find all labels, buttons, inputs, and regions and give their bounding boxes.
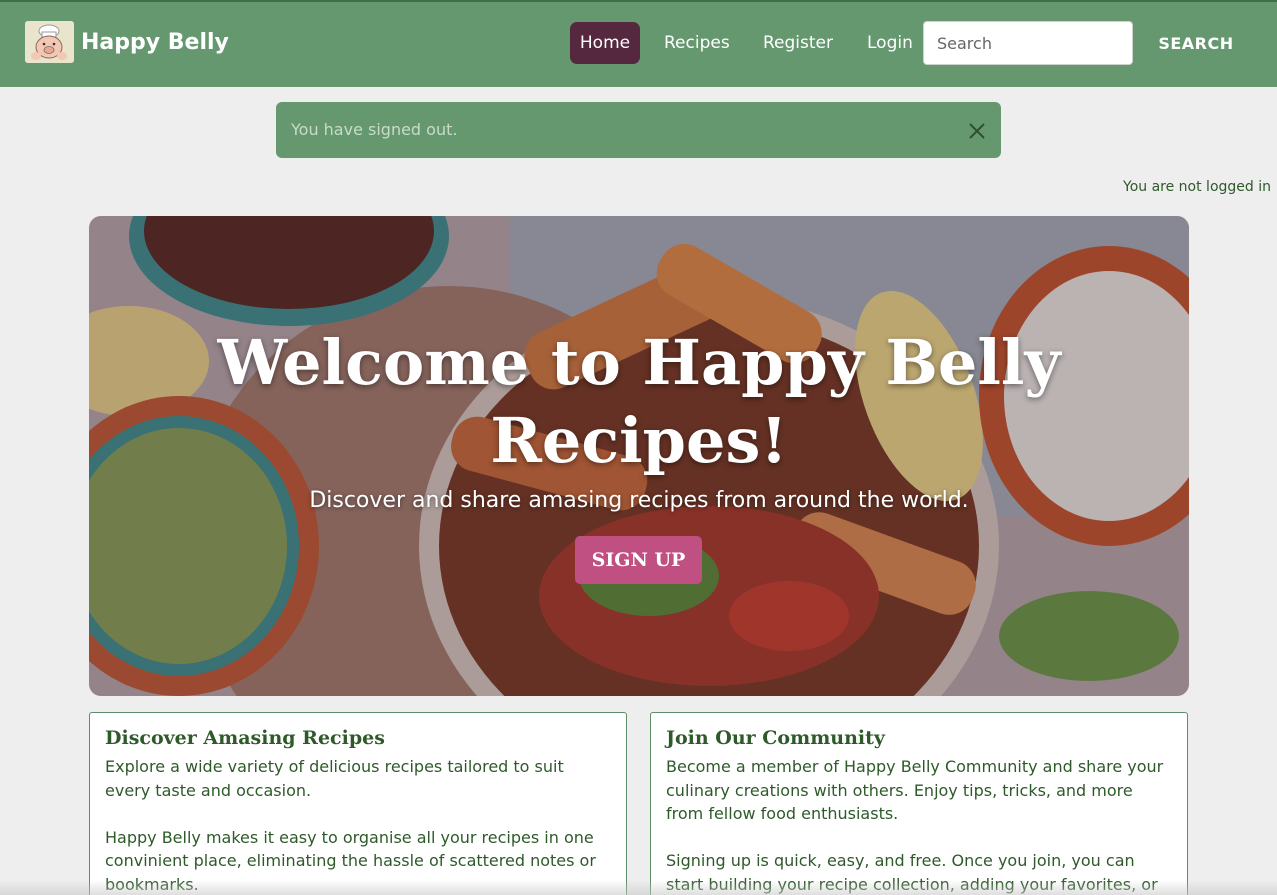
alert-message: You have signed out. — [291, 120, 458, 139]
hero-subtitle: Discover and share amasing recipes from … — [309, 488, 969, 513]
page-bottom-shadow — [0, 880, 1277, 895]
brand[interactable]: Happy Belly — [25, 21, 229, 63]
sign-up-button[interactable]: SIGN UP — [575, 536, 702, 584]
nav-login[interactable]: Login — [867, 22, 913, 64]
card-paragraph: Become a member of Happy Belly Community… — [666, 757, 1164, 823]
community-card: Join Our Community Become a member of Ha… — [650, 712, 1188, 895]
hero-banner: Welcome to Happy Belly Recipes! Discover… — [89, 216, 1189, 696]
card-title: Discover Amasing Recipes — [105, 727, 385, 749]
discover-card: Discover Amasing Recipes Explore a wide … — [89, 712, 627, 895]
nav-recipes[interactable]: Recipes — [664, 22, 730, 64]
signout-alert: You have signed out. — [276, 102, 1001, 158]
nav-register[interactable]: Register — [763, 22, 833, 64]
close-icon[interactable] — [967, 121, 987, 141]
card-paragraph: Explore a wide variety of delicious reci… — [105, 757, 564, 800]
search-button[interactable]: SEARCH — [1150, 22, 1242, 64]
login-status: You are not logged in — [1123, 179, 1271, 195]
chef-pig-logo-icon — [25, 21, 74, 63]
search-input[interactable] — [923, 21, 1133, 65]
hero-title: Welcome to Happy Belly Recipes! — [217, 326, 1061, 477]
brand-name: Happy Belly — [81, 29, 229, 55]
navbar: Happy Belly Home Recipes Register Login … — [0, 0, 1277, 87]
card-title: Join Our Community — [666, 727, 885, 749]
nav-home[interactable]: Home — [570, 22, 640, 64]
